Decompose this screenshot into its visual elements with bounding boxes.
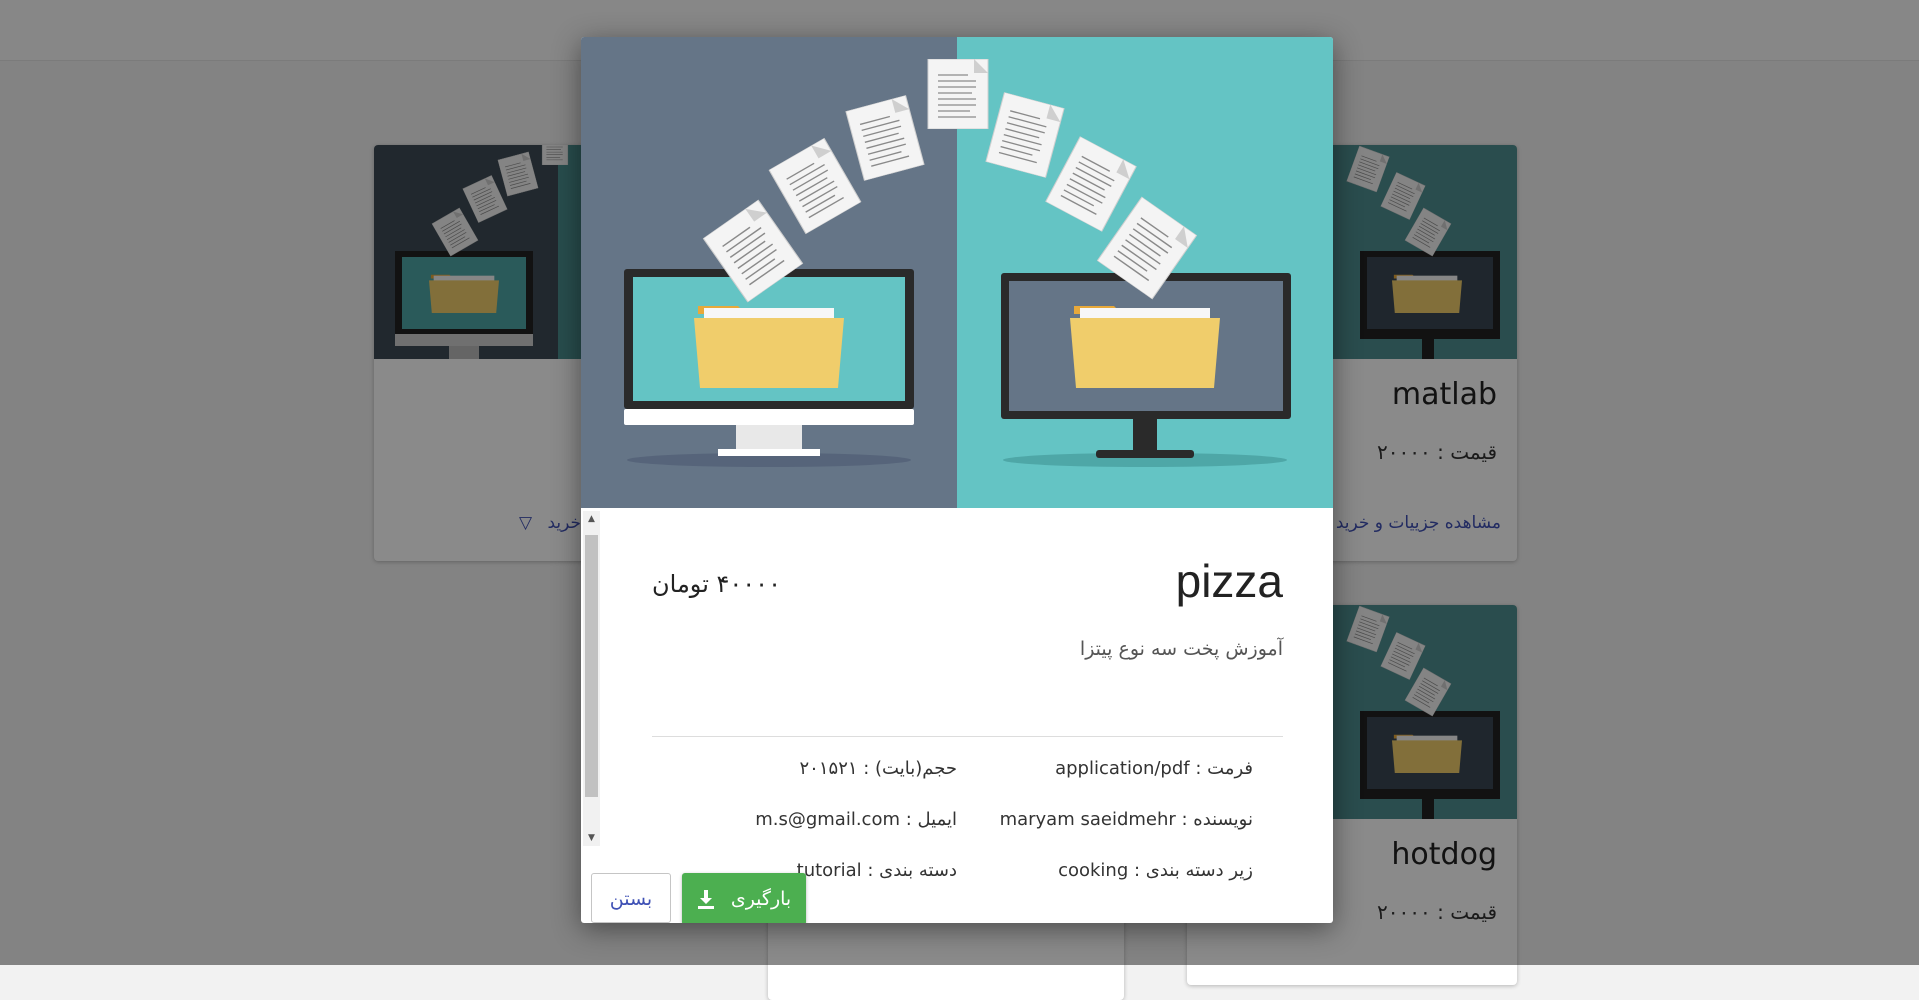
dialog-actions: بستن بارگیری <box>581 873 1333 923</box>
scroll-up-icon[interactable]: ▲ <box>583 511 600 527</box>
meta-size: حجم(بایت) : ۲۰۱۵۲۱ <box>799 758 957 779</box>
scrollbar-thumb[interactable] <box>585 535 598 797</box>
product-title: pizza <box>1175 555 1283 607</box>
meta-subcategory: زیر دسته بندی : cooking <box>1058 860 1253 881</box>
scroll-down-icon[interactable]: ▼ <box>583 830 600 846</box>
download-button-label: بارگیری <box>730 888 792 910</box>
download-button[interactable]: بارگیری <box>682 873 806 923</box>
meta-author: نویسنده : maryam saeidmehr <box>999 809 1253 830</box>
dialog-content[interactable]: ▲ ▼ pizza ۴۰۰۰۰ تومان آموزش پخت سه نوع پ… <box>581 508 1333 886</box>
download-icon <box>697 889 714 909</box>
divider <box>652 736 1283 737</box>
meta-format: فرمت : application/pdf <box>1055 758 1253 779</box>
meta-email: ایمیل : m.s@gmail.com <box>755 809 957 830</box>
close-button[interactable]: بستن <box>591 873 671 923</box>
product-dialog: ▲ ▼ pizza ۴۰۰۰۰ تومان آموزش پخت سه نوع پ… <box>581 37 1333 923</box>
product-hero-image <box>581 37 1333 508</box>
scrollbar[interactable]: ▲ ▼ <box>583 511 600 846</box>
meta-category: دسته بندی : tutorial <box>796 860 957 881</box>
product-price: ۴۰۰۰۰ تومان <box>652 570 781 598</box>
product-description: آموزش پخت سه نوع پیتزا <box>1079 638 1283 660</box>
